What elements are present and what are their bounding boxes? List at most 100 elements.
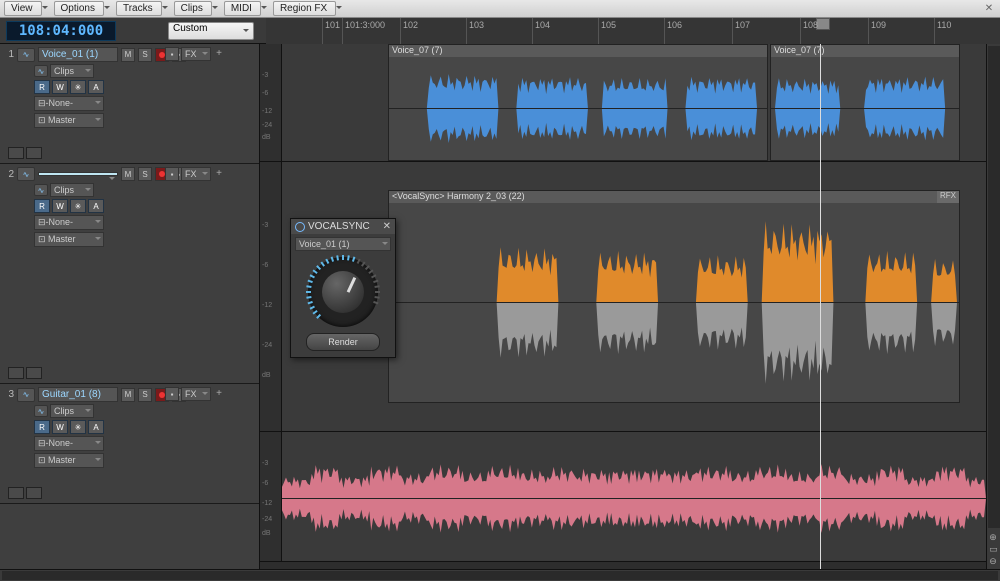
- bottom-bar: [0, 569, 1000, 581]
- clip-guitar[interactable]: [282, 432, 986, 561]
- vocalsync-source-select[interactable]: Voice_01 (1): [295, 237, 391, 251]
- ruler-tick: 107: [732, 18, 750, 44]
- track-name-field[interactable]: Guitar_01 (8): [38, 387, 118, 402]
- ruler-tick: 101: [322, 18, 340, 44]
- track-header-panel: 1 ∿ Voice_01 (1) M S › ▪ FX + ∿ Clips RW…: [0, 44, 260, 569]
- menu-clips[interactable]: Clips: [174, 1, 212, 16]
- playhead[interactable]: [820, 44, 821, 569]
- clip-title: <VocalSync> Harmony 2_03 (22): [389, 191, 959, 203]
- clips-select[interactable]: Clips: [50, 404, 94, 418]
- mode-button-a[interactable]: A: [88, 420, 104, 434]
- menu-midi[interactable]: MIDI: [224, 1, 261, 16]
- mute-button[interactable]: M: [121, 388, 135, 402]
- track-lane-2[interactable]: -3-6-12-24dB <VocalSync> Harmony 2_03 (2…: [260, 162, 986, 432]
- fx-label[interactable]: FX: [181, 167, 211, 181]
- footer-button-1[interactable]: [8, 147, 24, 159]
- input-select[interactable]: ⊟-None-: [34, 96, 104, 111]
- mode-button-w[interactable]: W: [52, 199, 68, 213]
- mode-button-w[interactable]: W: [52, 80, 68, 94]
- solo-button[interactable]: S: [138, 48, 152, 62]
- horizontal-scrollbar[interactable]: [2, 571, 998, 580]
- vertical-scrollbar[interactable]: [988, 46, 1000, 528]
- clip-voice07-a[interactable]: Voice_07 (7): [388, 44, 768, 161]
- clip-voice07-b[interactable]: Voice_07 (7): [770, 44, 960, 161]
- output-select[interactable]: ⊡ Master: [34, 453, 104, 468]
- mode-button-r[interactable]: R: [34, 199, 50, 213]
- footer-button-1[interactable]: [8, 367, 24, 379]
- zoom-fit-icon[interactable]: ▭: [989, 544, 998, 555]
- solo-button[interactable]: S: [138, 167, 152, 181]
- input-select[interactable]: ⊟-None-: [34, 436, 104, 451]
- arrangement-view[interactable]: -3-6-12-24dB Voice_07 (7) Voice_07 (7) -…: [260, 44, 986, 569]
- mode-button-w[interactable]: W: [52, 420, 68, 434]
- menu-bar: View Options Tracks Clips MIDI Region FX…: [0, 0, 1000, 18]
- menu-tracks[interactable]: Tracks: [116, 1, 162, 16]
- menu-options[interactable]: Options: [54, 1, 104, 16]
- track-number: 1: [4, 49, 14, 60]
- track-lane-3[interactable]: -3-6-12-24dB: [260, 432, 986, 562]
- zoom-out-icon[interactable]: ⊖: [989, 556, 998, 567]
- clips-select[interactable]: Clips: [50, 183, 94, 197]
- track-number: 3: [4, 389, 14, 400]
- track-header-3: 3 ∿ Guitar_01 (8) M S › ▪ FX + ∿ Clips R…: [0, 384, 259, 504]
- vocalsync-dial[interactable]: [308, 257, 378, 327]
- transport-bar: 108:04:000 Custom 101101:3:0001021031041…: [0, 18, 1000, 44]
- menu-regionfx[interactable]: Region FX: [273, 1, 336, 16]
- clip-harmony[interactable]: <VocalSync> Harmony 2_03 (22) RFX: [388, 190, 960, 403]
- snap-select[interactable]: Custom: [168, 22, 254, 40]
- track-type-icon[interactable]: ∿: [17, 48, 35, 62]
- fx-label[interactable]: FX: [181, 387, 211, 401]
- track-type-icon[interactable]: ∿: [17, 167, 35, 181]
- mode-button-✳[interactable]: ✳: [70, 420, 86, 434]
- output-select[interactable]: ⊡ Master: [34, 113, 104, 128]
- footer-button-2[interactable]: [26, 147, 42, 159]
- zoom-in-icon[interactable]: ⊕: [989, 532, 998, 543]
- add-fx-icon[interactable]: +: [213, 168, 225, 180]
- fx-label[interactable]: FX: [181, 47, 211, 61]
- lane-meter-3: -3-6-12-24dB: [260, 432, 282, 561]
- clip-icon: ∿: [34, 65, 48, 77]
- lane-meter-1: -3-6-12-24dB: [260, 44, 282, 161]
- fx-slot-button[interactable]: ▪: [165, 47, 179, 61]
- close-icon[interactable]: ✕: [982, 2, 996, 16]
- timecode-display[interactable]: 108:04:000: [6, 21, 116, 41]
- fx-slot-button[interactable]: ▪: [165, 167, 179, 181]
- render-button[interactable]: Render: [306, 333, 380, 351]
- footer-button-2[interactable]: [26, 487, 42, 499]
- clips-select[interactable]: Clips: [50, 64, 94, 78]
- popup-close-icon[interactable]: ✕: [383, 221, 391, 232]
- mode-button-r[interactable]: R: [34, 80, 50, 94]
- menu-view[interactable]: View: [4, 1, 42, 16]
- popup-title: VOCALSYNC: [308, 221, 370, 232]
- mute-button[interactable]: M: [121, 167, 135, 181]
- clip-title: Voice_07 (7): [771, 45, 959, 57]
- track-lane-1[interactable]: -3-6-12-24dB Voice_07 (7) Voice_07 (7): [260, 44, 986, 162]
- timeline-ruler[interactable]: 101101:3:000102103104105106107108109110: [266, 18, 1000, 44]
- ruler-tick: 105: [598, 18, 616, 44]
- track-name-field[interactable]: Voice_01 (1): [38, 47, 118, 62]
- mode-button-✳[interactable]: ✳: [70, 199, 86, 213]
- loop-marker[interactable]: [816, 18, 830, 30]
- ruler-tick: 110: [934, 18, 951, 44]
- ruler-tick: 103: [466, 18, 484, 44]
- fx-slot-button[interactable]: ▪: [165, 387, 179, 401]
- track-name-field[interactable]: [38, 172, 118, 176]
- rfx-badge[interactable]: RFX: [937, 191, 959, 203]
- track-type-icon[interactable]: ∿: [17, 388, 35, 402]
- add-fx-icon[interactable]: +: [213, 48, 225, 60]
- mode-button-a[interactable]: A: [88, 80, 104, 94]
- power-icon[interactable]: [295, 222, 305, 232]
- output-select[interactable]: ⊡ Master: [34, 232, 104, 247]
- track-header-1: 1 ∿ Voice_01 (1) M S › ▪ FX + ∿ Clips RW…: [0, 44, 259, 164]
- mode-button-a[interactable]: A: [88, 199, 104, 213]
- footer-button-1[interactable]: [8, 487, 24, 499]
- footer-button-2[interactable]: [26, 367, 42, 379]
- input-select[interactable]: ⊟-None-: [34, 215, 104, 230]
- solo-button[interactable]: S: [138, 388, 152, 402]
- mode-button-✳[interactable]: ✳: [70, 80, 86, 94]
- mode-button-r[interactable]: R: [34, 420, 50, 434]
- lane-meter-2: -3-6-12-24dB: [260, 162, 282, 431]
- vocalsync-popup[interactable]: VOCALSYNC ✕ Voice_01 (1) Render: [290, 218, 396, 358]
- add-fx-icon[interactable]: +: [213, 388, 225, 400]
- mute-button[interactable]: M: [121, 48, 135, 62]
